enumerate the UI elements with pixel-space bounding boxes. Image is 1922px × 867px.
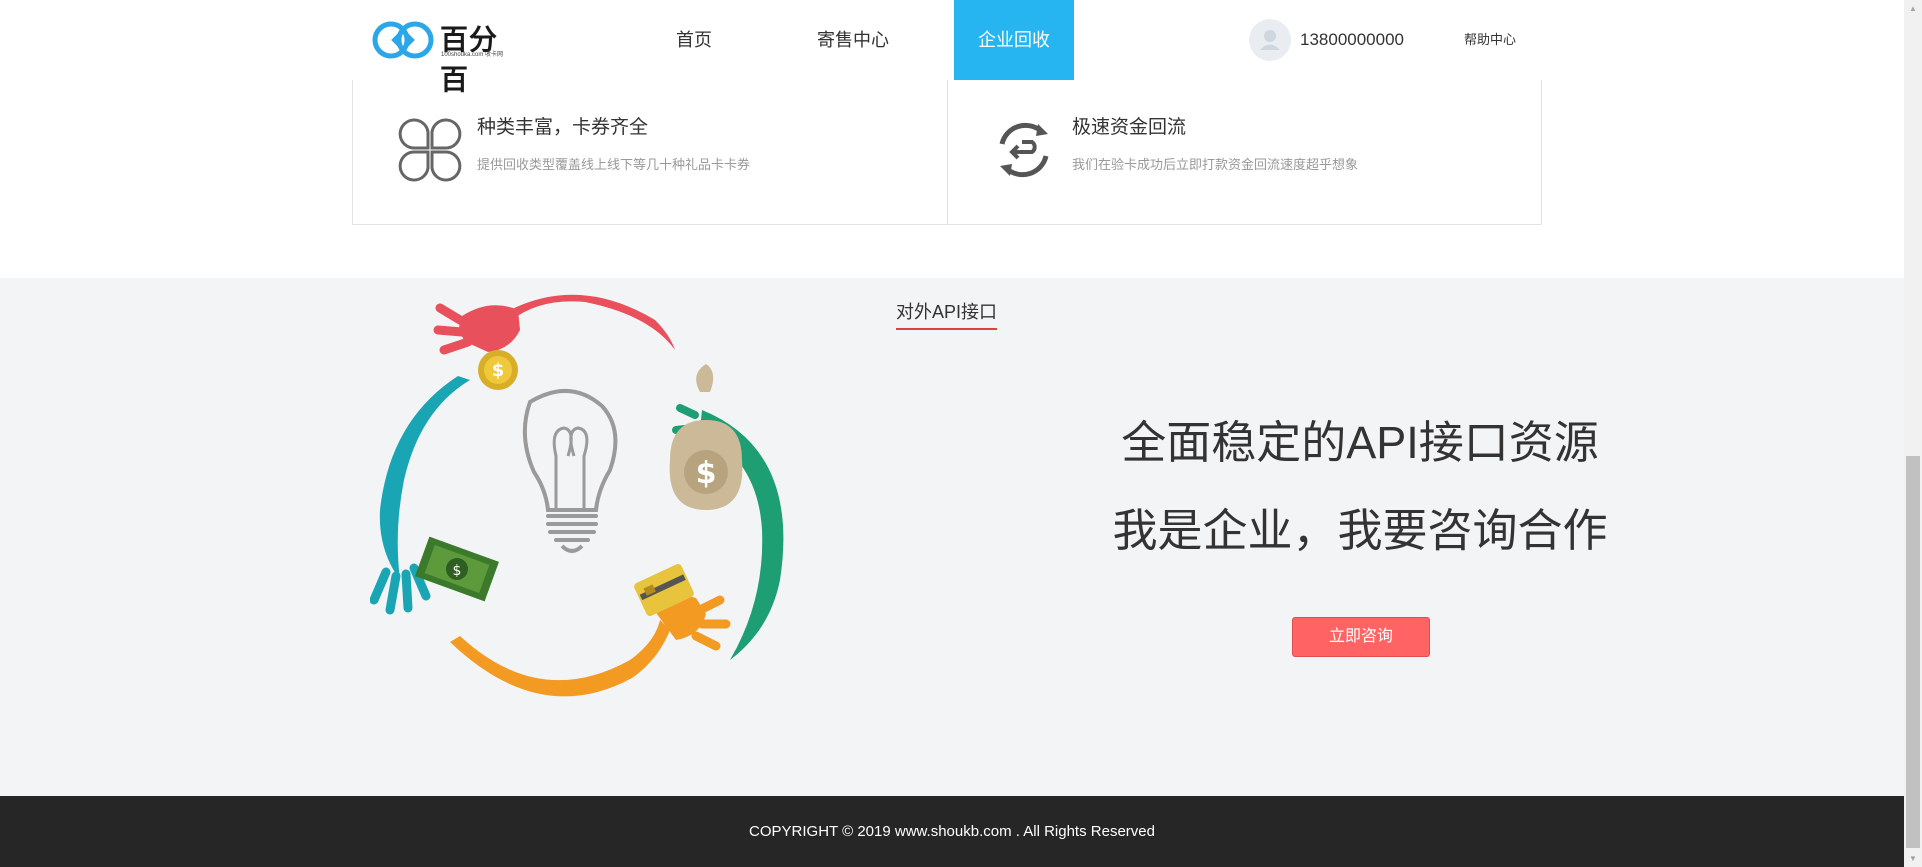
consult-now-button[interactable]: 立即咨询 bbox=[1292, 617, 1430, 657]
features-strip: 种类丰富，卡券齐全 提供回收类型覆盖线上线下等几十种礼品卡卡券 极速资金回流 我… bbox=[352, 80, 1542, 225]
logo-name: 百分百 bbox=[440, 24, 499, 95]
feature-divider bbox=[947, 80, 948, 224]
nav-enterprise-recycle[interactable]: 企业回收 bbox=[954, 0, 1074, 80]
logo-subtitle: 100shouka.com 收卡网 bbox=[441, 52, 504, 58]
clover-icon bbox=[398, 118, 462, 182]
footer: COPYRIGHT © 2019 www.shoukb.com . All Ri… bbox=[0, 796, 1904, 867]
copyright-text: COPYRIGHT © 2019 www.shoukb.com . All Ri… bbox=[749, 823, 1155, 840]
tab-api-interface[interactable]: 对外API接口 bbox=[896, 298, 998, 330]
nav-home[interactable]: 首页 bbox=[659, 0, 729, 80]
user-avatar-icon[interactable] bbox=[1249, 19, 1291, 61]
feature-desc: 提供回收类型覆盖线上线下等几十种礼品卡卡券 bbox=[477, 157, 751, 172]
site-logo[interactable]: 百分百 100shouka.com 收卡网 bbox=[372, 18, 520, 95]
scroll-up-arrow-icon[interactable]: ▲ bbox=[1904, 0, 1922, 17]
api-section: $ $ $ 对外API接口 全面稳定的API接口资源 我是企业，我要咨询合作 立… bbox=[0, 278, 1904, 796]
feature-title: 种类丰富，卡券齐全 bbox=[477, 117, 649, 138]
cycle-return-icon bbox=[999, 122, 1049, 178]
scroll-down-arrow-icon[interactable]: ▼ bbox=[1904, 850, 1922, 867]
user-phone[interactable]: 13800000000 bbox=[1300, 0, 1404, 80]
hands-exchange-money-illustration: $ $ $ bbox=[370, 294, 784, 697]
svg-text:$: $ bbox=[492, 360, 505, 381]
api-subheadline: 我是企业，我要咨询合作 bbox=[1112, 505, 1608, 556]
top-nav-bar: 百分百 100shouka.com 收卡网 首页 寄售中心 企业回收 13800… bbox=[0, 0, 1904, 95]
help-center-link[interactable]: 帮助中心 bbox=[1464, 0, 1516, 80]
nav-consignment-center[interactable]: 寄售中心 bbox=[808, 0, 898, 80]
svg-text:$: $ bbox=[453, 563, 462, 579]
page-scrollbar[interactable]: ▲ ▼ bbox=[1904, 0, 1922, 867]
api-headline: 全面稳定的API接口资源 bbox=[1121, 417, 1599, 468]
infinity-loop-logo-icon bbox=[372, 21, 434, 59]
svg-text:$: $ bbox=[696, 456, 717, 491]
feature-desc: 我们在验卡成功后立即打款资金回流速度超乎想象 bbox=[1072, 157, 1359, 172]
feature-title: 极速资金回流 bbox=[1072, 117, 1187, 138]
scrollbar-thumb[interactable] bbox=[1906, 456, 1920, 848]
